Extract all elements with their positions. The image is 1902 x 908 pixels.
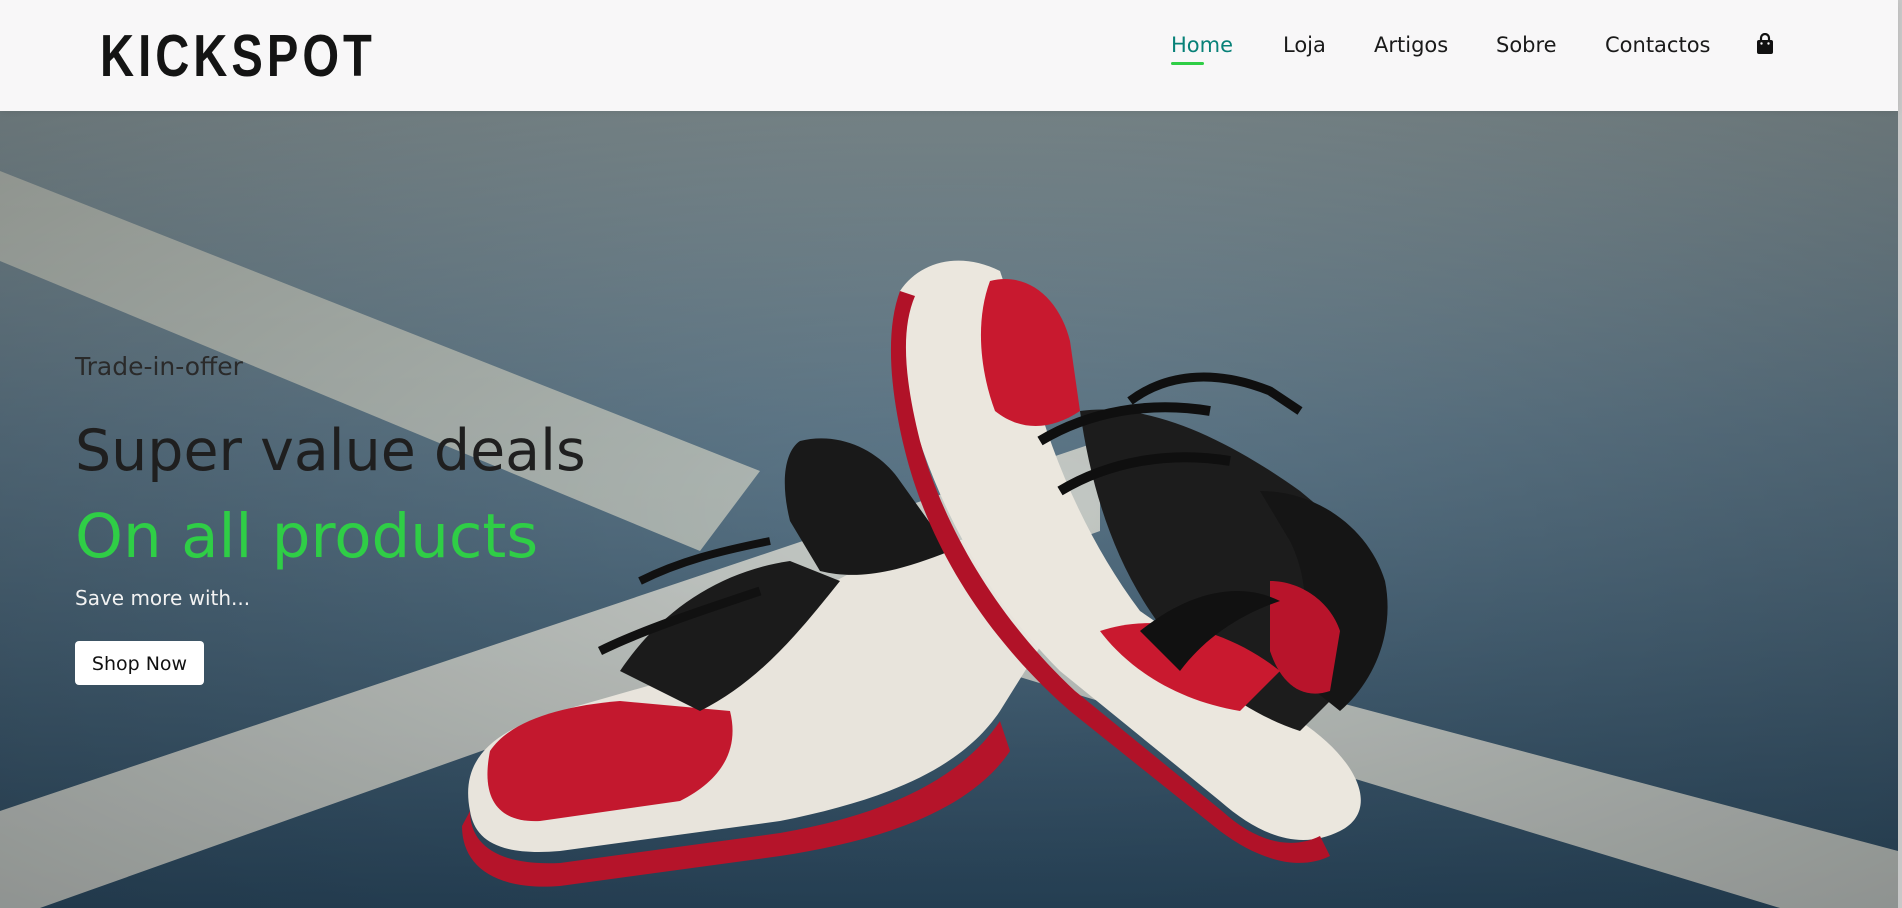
hero-title: Super value deals [75, 418, 586, 484]
hero-subtitle: Save more with... [75, 586, 251, 610]
nav-link-artigos[interactable]: Artigos [1374, 30, 1448, 60]
active-nav-underline [1171, 62, 1204, 65]
logo[interactable]: KICKSPOT [100, 26, 376, 86]
shop-now-button[interactable]: Shop Now [75, 641, 204, 685]
nav-link-contactos[interactable]: Contactos [1605, 30, 1711, 60]
hero-highlight: On all products [75, 501, 539, 572]
nav-link-home[interactable]: Home [1171, 30, 1233, 60]
offer-label: Trade-in-offer [75, 352, 243, 381]
nav-link-loja[interactable]: Loja [1283, 30, 1326, 60]
nav-link-sobre[interactable]: Sobre [1496, 30, 1557, 60]
page-scrollbar[interactable] [1898, 0, 1902, 908]
shopping-bag-icon[interactable] [1755, 32, 1775, 55]
site-header: KICKSPOT Home Loja Artigos Sobre Contact… [0, 0, 1898, 111]
hero-banner: Trade-in-offer Super value deals On all … [0, 111, 1898, 908]
